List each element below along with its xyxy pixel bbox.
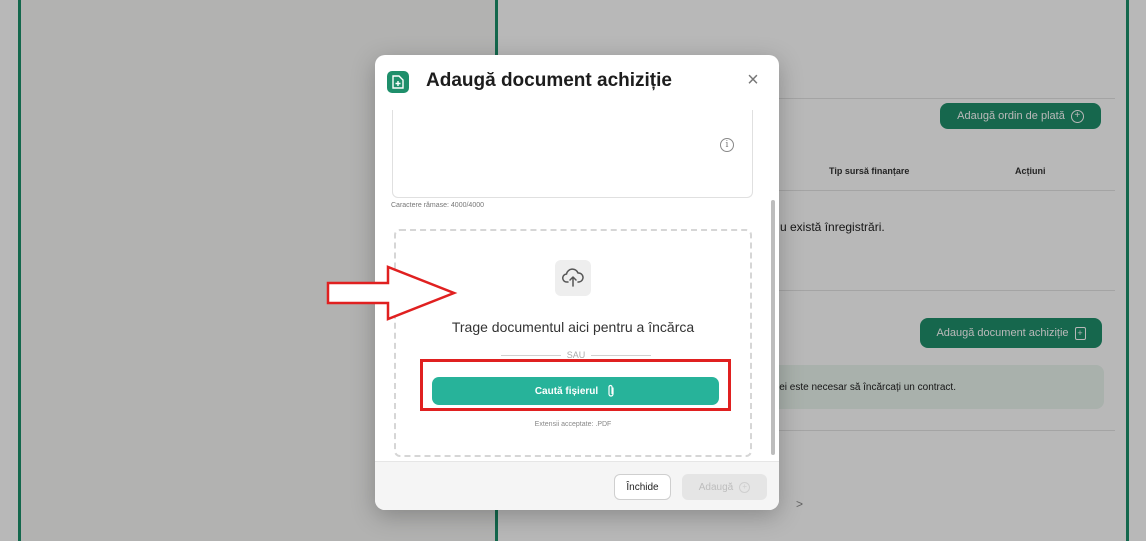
cloud-upload-icon [555,260,591,296]
plus-circle-icon: + [739,481,751,493]
separator-line [501,354,561,356]
scrollbar-thumb[interactable] [771,200,775,455]
separator-line [591,354,652,356]
modal-footer: Închide Adaugă + [375,461,779,510]
modal-title: Adaugă document achiziție [426,70,672,91]
modal-header: Adaugă document achiziție × [375,55,779,109]
document-add-icon [387,71,409,93]
close-button[interactable]: Închide [614,474,671,500]
close-icon[interactable]: × [744,70,762,90]
info-icon[interactable]: i [720,138,734,152]
annotation-arrow [326,265,458,321]
accepted-extensions: Extensii acceptate: .PDF [534,421,612,428]
annotation-highlight-box [420,359,731,411]
chars-remaining: Caractere rămase: 4000/4000 [391,202,484,209]
description-textarea[interactable]: i [392,110,753,198]
add-button-label: Adaugă [698,481,734,493]
add-button[interactable]: Adaugă + [682,474,767,500]
